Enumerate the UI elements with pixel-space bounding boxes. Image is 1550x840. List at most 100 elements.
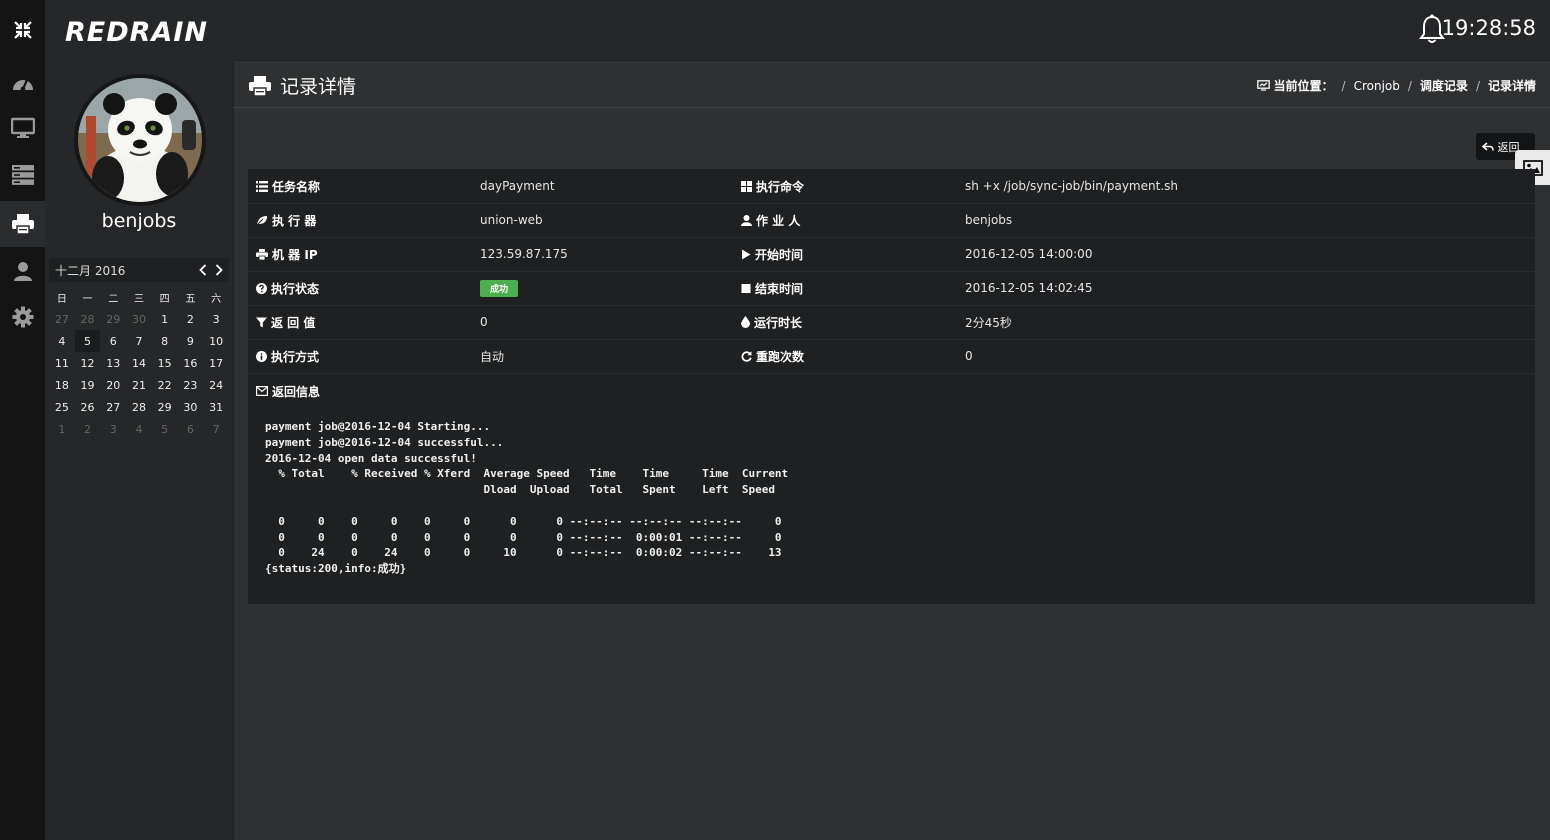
calendar-day[interactable]: 6 <box>100 330 126 352</box>
calendar-day[interactable]: 16 <box>178 352 204 374</box>
calendar-grid: 日 一 二 三 四 五 六 27 28 29 30 1 2 3 4 5 6 7 … <box>49 286 229 440</box>
calendar-day[interactable]: 13 <box>100 352 126 374</box>
page-header: 记录详情 当前位置： / Cronjob / 调度记录 / 记录详情 <box>233 60 1550 108</box>
calendar-day-today[interactable]: 5 <box>74 330 101 352</box>
rail-item-user[interactable] <box>0 248 45 294</box>
detail-row: 任务名称 dayPayment 执行命令 sh +x /job/sync-job… <box>248 169 1535 204</box>
redrain-logo: REDRAIN <box>65 17 208 46</box>
collapse-toggle[interactable] <box>0 0 45 60</box>
calendar-day[interactable]: 5 <box>152 418 178 440</box>
rail-item-dashboard[interactable] <box>0 60 45 106</box>
calendar-day[interactable]: 14 <box>126 352 152 374</box>
detail-label-end-time: 结束时间 <box>741 271 803 305</box>
username: benjobs <box>101 210 177 232</box>
calendar-day[interactable]: 29 <box>152 396 178 418</box>
calendar-day[interactable]: 27 <box>100 396 126 418</box>
user-icon <box>13 262 32 281</box>
calendar-day[interactable]: 31 <box>203 396 229 418</box>
detail-value-operator: benjobs <box>965 213 1013 227</box>
collapse-icon <box>13 21 32 39</box>
detail-label-start-time: 开始时间 <box>741 237 803 271</box>
detail-row: 执行状态 成功 结束时间 2016-12-05 14:02:45 <box>248 271 1535 306</box>
detail-label-duration: 运行时长 <box>741 305 802 339</box>
weekday-label: 三 <box>133 293 144 305</box>
detail-label-exec-mode: 执行方式 <box>256 339 319 373</box>
detail-value-start-time: 2016-12-05 14:00:00 <box>965 247 1093 261</box>
stop-icon <box>741 283 751 293</box>
detail-value-machine-ip: 123.59.87.175 <box>480 247 568 261</box>
monitor-icon <box>10 117 35 138</box>
dashboard-icon <box>12 79 33 92</box>
breadcrumb-link-cronjob[interactable]: Cronjob <box>1354 79 1400 93</box>
calendar-day[interactable]: 26 <box>75 396 101 418</box>
calendar-day[interactable]: 25 <box>49 396 75 418</box>
calendar-day[interactable]: 21 <box>126 374 152 396</box>
detail-label-machine-ip: 机 器 IP <box>256 237 318 271</box>
calendar-day[interactable]: 30 <box>126 308 152 330</box>
calendar-day[interactable]: 7 <box>126 330 152 352</box>
printer-icon <box>256 248 268 260</box>
detail-row: 执行方式 自动 重跑次数 0 <box>248 339 1535 374</box>
reply-icon <box>1481 141 1494 151</box>
calendar-day[interactable]: 19 <box>75 374 101 396</box>
avatar[interactable] <box>74 74 206 206</box>
calendar-day[interactable]: 18 <box>49 374 75 396</box>
tint-icon <box>741 316 750 328</box>
calendar-day[interactable]: 15 <box>152 352 178 374</box>
calendar-day[interactable]: 23 <box>178 374 204 396</box>
breadcrumb-current: 记录详情 <box>1487 79 1536 93</box>
calendar-day[interactable]: 2 <box>178 308 204 330</box>
calendar-day[interactable]: 20 <box>100 374 126 396</box>
page-title-text: 记录详情 <box>280 76 357 98</box>
calendar-day[interactable]: 3 <box>100 418 126 440</box>
detail-value-command: sh +x /job/sync-job/bin/payment.sh <box>965 179 1178 193</box>
chevron-right-icon[interactable] <box>215 264 223 276</box>
calendar-day[interactable]: 4 <box>49 330 75 352</box>
calendar-day[interactable]: 9 <box>178 330 204 352</box>
calendar-day[interactable]: 1 <box>49 418 75 440</box>
calendar-day[interactable]: 1 <box>152 308 178 330</box>
chevron-left-icon[interactable] <box>199 264 207 276</box>
calendar-day[interactable]: 11 <box>49 352 75 374</box>
page-title: 记录详情 <box>248 72 356 99</box>
calendar-day[interactable]: 2 <box>75 418 101 440</box>
svg-text:REDRAIN: REDRAIN <box>65 17 208 46</box>
calendar-day[interactable]: 12 <box>75 352 101 374</box>
calendar-day[interactable]: 7 <box>203 418 229 440</box>
weekday-label: 日 <box>56 293 67 305</box>
gear-icon <box>12 306 33 328</box>
breadcrumb: 当前位置： / Cronjob / 调度记录 / 记录详情 <box>1256 77 1536 94</box>
calendar-day[interactable]: 10 <box>203 330 229 352</box>
breadcrumb-link-records[interactable]: 调度记录 <box>1420 77 1468 94</box>
calendar-day[interactable]: 17 <box>203 352 229 374</box>
rail-item-monitor[interactable] <box>0 105 45 151</box>
calendar-day[interactable]: 29 <box>100 308 126 330</box>
calendar-day[interactable]: 3 <box>203 308 229 330</box>
location-icon <box>1256 80 1270 91</box>
detail-label-return-message: 返回信息 <box>256 374 320 408</box>
rail-item-server[interactable] <box>0 152 45 198</box>
calendar-day[interactable]: 28 <box>126 396 152 418</box>
calendar-day[interactable]: 30 <box>178 396 204 418</box>
calendar-widget: 十二月 2016 日 一 二 三 四 五 六 27 28 29 30 1 2 3… <box>49 258 229 440</box>
icon-rail <box>0 0 45 840</box>
detail-row: 机 器 IP 123.59.87.175 开始时间 2016-12-05 14:… <box>248 237 1535 272</box>
rail-item-records[interactable] <box>0 201 45 247</box>
profile-sidebar: REDRAIN benjobs 十二月 2016 日 一 二 三 四 五 六 2… <box>45 0 234 840</box>
rail-item-settings[interactable] <box>0 294 45 340</box>
calendar-day[interactable]: 4 <box>126 418 152 440</box>
breadcrumb-label: 当前位置： <box>1273 79 1334 93</box>
calendar-day[interactable]: 22 <box>152 374 178 396</box>
calendar-day[interactable]: 8 <box>152 330 178 352</box>
envelope-icon <box>256 386 268 396</box>
calendar-day[interactable]: 24 <box>203 374 229 396</box>
detail-label-rerun-count: 重跑次数 <box>741 339 804 373</box>
brand-logo[interactable]: REDRAIN <box>63 14 211 46</box>
return-message-log: payment job@2016-12-04 Starting... payme… <box>265 420 789 576</box>
calendar-day[interactable]: 6 <box>178 418 204 440</box>
detail-value-status: 成功 <box>480 271 519 305</box>
calendar-day[interactable]: 28 <box>75 308 101 330</box>
record-detail-panel: 任务名称 dayPayment 执行命令 sh +x /job/sync-job… <box>248 169 1535 604</box>
detail-value-duration: 2分45秒 <box>965 315 1012 330</box>
calendar-day[interactable]: 27 <box>49 308 75 330</box>
